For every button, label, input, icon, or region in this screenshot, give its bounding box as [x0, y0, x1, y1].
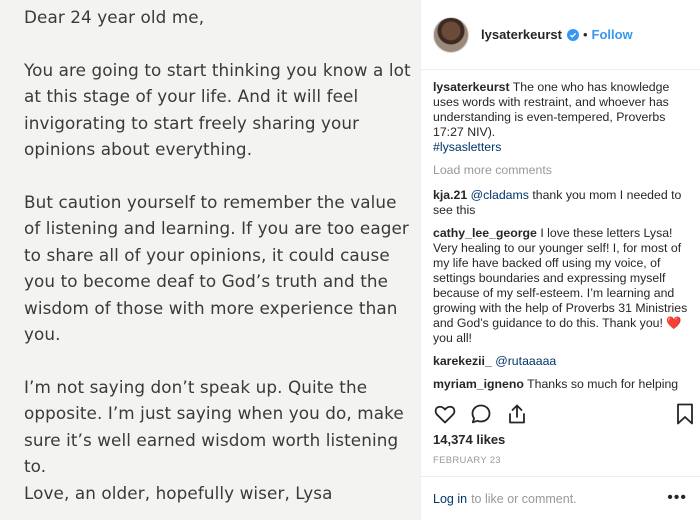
post-panel: lysaterkeurst • Follow lysaterkeurst The… — [420, 0, 700, 520]
verified-icon — [566, 28, 579, 41]
caption-username[interactable]: lysaterkeurst — [433, 80, 510, 94]
letter-signoff: Love, an older, hopefully wiser, Lysa — [24, 482, 333, 503]
header-separator: • — [582, 27, 588, 42]
comment-username[interactable]: karekezii_ — [433, 354, 492, 368]
letter-paragraph: I’m not saying don’t speak up. Quite the… — [24, 376, 404, 477]
follow-button[interactable]: Follow — [592, 27, 633, 42]
caption-hashtag[interactable]: #lysasletters — [433, 140, 501, 154]
load-more-comments-button[interactable]: Load more comments — [433, 163, 695, 178]
comment-mention[interactable]: @cladams — [471, 188, 529, 202]
comment-item: myriam_igneno Thanks so much for helping… — [433, 377, 695, 394]
share-icon[interactable] — [505, 402, 529, 426]
comment-icon[interactable] — [469, 402, 493, 426]
login-text: to like or comment. — [471, 491, 577, 506]
comment-text: you all! — [433, 331, 472, 345]
comment-item: karekezii_ @rutaaaaa — [433, 354, 695, 369]
comment-username[interactable]: myriam_igneno — [433, 377, 524, 391]
comment-username[interactable]: kja.21 — [433, 188, 467, 202]
header-username[interactable]: lysaterkeurst — [481, 27, 562, 42]
letter-image: Dear 24 year old me, You are going to st… — [0, 0, 420, 520]
comment-item: cathy_lee_george I love these letters Ly… — [433, 226, 695, 346]
bookmark-icon[interactable] — [673, 402, 697, 426]
login-link[interactable]: Log in — [433, 492, 467, 506]
post-date: FEBRUARY 23 — [433, 455, 501, 466]
heart-emoji: ❤️ — [666, 316, 682, 330]
comment-username[interactable]: cathy_lee_george — [433, 226, 537, 240]
caption: lysaterkeurst The one who has knowledge … — [433, 80, 695, 155]
post-header: lysaterkeurst • Follow — [421, 0, 700, 70]
action-bar — [433, 400, 695, 428]
login-bar: Log in to like or comment. ••• — [421, 476, 700, 520]
letter-paragraph: But caution yourself to remember the val… — [24, 191, 409, 345]
avatar[interactable] — [433, 16, 469, 53]
more-icon[interactable]: ••• — [667, 489, 687, 507]
comment-text: I love these letters Lysa! Very healing … — [433, 226, 688, 330]
letter-paragraph: You are going to start thinking you know… — [24, 59, 411, 160]
letter-greeting: Dear 24 year old me, — [24, 7, 205, 27]
comment-mention[interactable]: @rutaaaaa — [495, 354, 556, 368]
comments-list: lysaterkeurst The one who has knowledge … — [433, 80, 695, 394]
heart-icon[interactable] — [433, 402, 457, 426]
letter-text: Dear 24 year old me, You are going to st… — [24, 4, 416, 506]
likes-count[interactable]: 14,374 likes — [433, 432, 505, 447]
comment-item: kja.21 @cladams thank you mom I needed t… — [433, 188, 695, 218]
